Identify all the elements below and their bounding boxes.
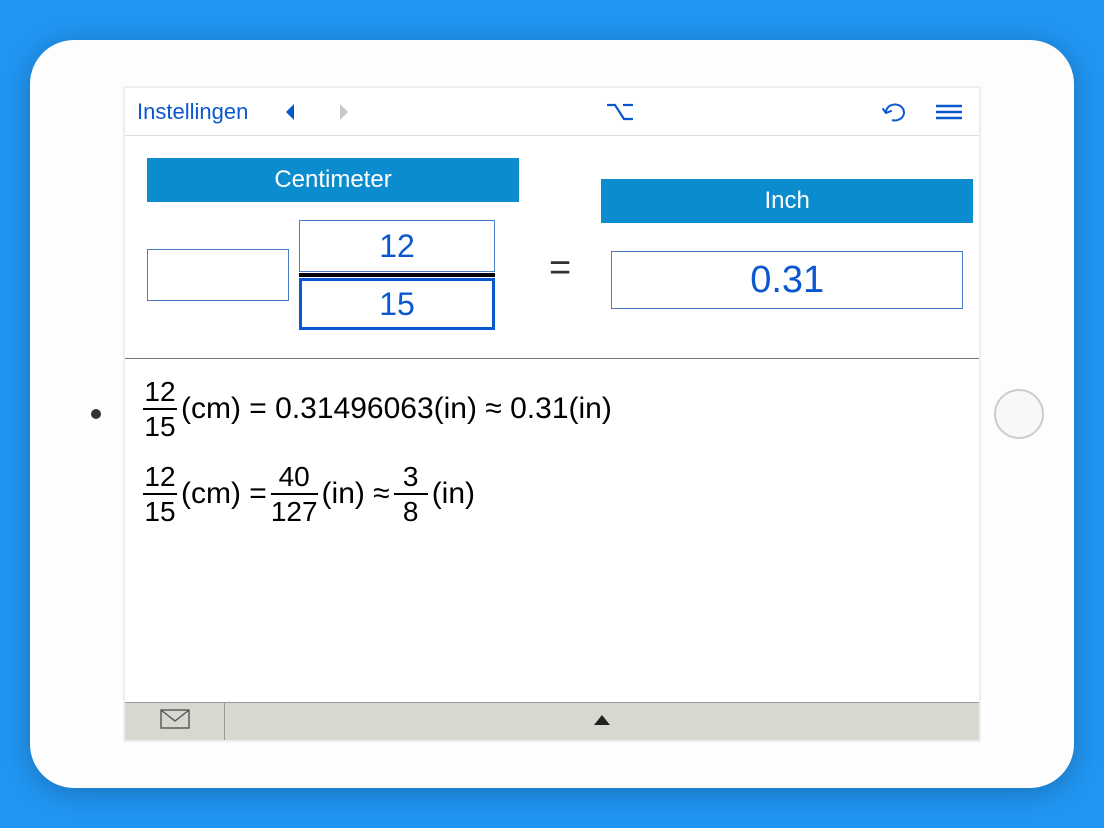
output-line-2: 12 15 (cm) = 40 127 (in) ≈ 3 8 (in) [143, 462, 961, 527]
fraction-separator [299, 273, 495, 277]
unit-header-left[interactable]: Centimeter [147, 158, 519, 202]
output-text: (in) [432, 477, 475, 511]
whole-number-input[interactable] [147, 249, 289, 301]
home-button[interactable] [994, 389, 1044, 439]
frac-top: 3 [403, 462, 419, 491]
equals-sign: = [543, 247, 577, 290]
frac-top: 12 [144, 377, 175, 406]
history-prev-icon[interactable] [272, 94, 308, 130]
output-text: (cm) = [181, 477, 267, 511]
frac-bar [394, 493, 428, 495]
frac-bot: 15 [144, 412, 175, 441]
conversion-panel: Centimeter 12 15 = Inch 0.31 [125, 136, 979, 359]
calculation-output: 12 15 (cm) = 0.31496063(in) ≈ 0.31(in) 1… [125, 359, 979, 702]
frac-bot: 8 [403, 497, 419, 526]
mail-icon [160, 709, 190, 734]
fraction-display: 12 15 [143, 462, 177, 527]
result-output[interactable]: 0.31 [611, 251, 963, 309]
toolbar: Instellingen [125, 88, 979, 136]
output-text: (in) ≈ [322, 477, 390, 511]
frac-bar [143, 408, 177, 410]
frac-bar [271, 493, 318, 495]
frac-bar [143, 493, 177, 495]
option-key-icon[interactable] [602, 94, 638, 130]
history-next-icon [326, 94, 362, 130]
frac-top: 40 [279, 462, 310, 491]
mail-button[interactable] [125, 703, 225, 740]
frac-bot: 127 [271, 497, 318, 526]
triangle-up-icon [593, 713, 611, 731]
menu-icon[interactable] [931, 94, 967, 130]
app-screen: Instellingen [123, 86, 981, 742]
unit-header-right[interactable]: Inch [601, 179, 973, 223]
output-line-1: 12 15 (cm) = 0.31496063(in) ≈ 0.31(in) [143, 377, 961, 442]
numerator-input[interactable]: 12 [299, 220, 495, 272]
fraction-display: 12 15 [143, 377, 177, 442]
fraction-display: 3 8 [394, 462, 428, 527]
camera-dot [91, 409, 101, 419]
undo-icon[interactable] [877, 94, 913, 130]
denominator-input[interactable]: 15 [299, 278, 495, 330]
tablet-frame: Instellingen [30, 40, 1074, 788]
settings-link[interactable]: Instellingen [137, 99, 248, 125]
bottom-bar [125, 702, 979, 740]
frac-bot: 15 [144, 497, 175, 526]
output-text: (cm) = 0.31496063(in) ≈ 0.31(in) [181, 392, 612, 426]
frac-top: 12 [144, 462, 175, 491]
fraction-display: 40 127 [271, 462, 318, 527]
expand-button[interactable] [225, 703, 979, 740]
